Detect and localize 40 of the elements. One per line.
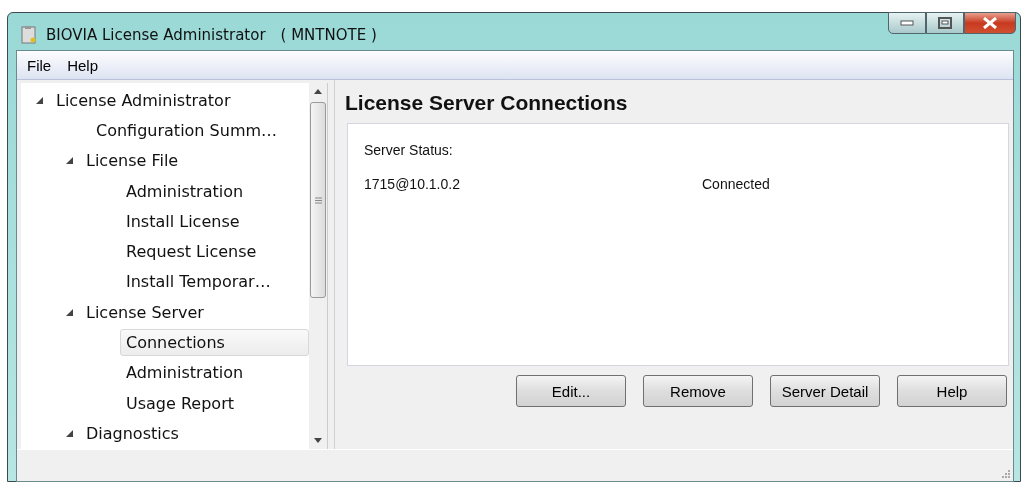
tree-item[interactable]: License File	[80, 147, 185, 175]
expanded-arrow-icon[interactable]	[65, 156, 74, 166]
connection-status: Connected	[702, 176, 770, 192]
maximize-icon	[938, 17, 952, 29]
close-icon	[982, 17, 998, 29]
action-button[interactable]: Remove	[643, 375, 753, 407]
grip-icon	[314, 196, 322, 204]
scroll-down-icon[interactable]	[314, 437, 322, 443]
expanded-arrow-icon[interactable]	[65, 428, 74, 438]
server-address: 1715@10.1.0.2	[364, 176, 461, 192]
scroll-up-icon[interactable]	[314, 89, 322, 94]
menu-item[interactable]: Help	[61, 54, 105, 76]
tree-item[interactable]: Administration	[120, 177, 309, 205]
tree-item[interactable]: Administration	[120, 359, 309, 387]
scroll-thumb[interactable]	[310, 102, 326, 298]
scrollbar[interactable]	[309, 83, 327, 449]
minimize-icon	[900, 20, 914, 26]
action-button[interactable]: Server Detail	[770, 375, 880, 407]
menu-item[interactable]: File	[21, 54, 58, 76]
tree-item[interactable]: Diagnostics	[80, 419, 185, 447]
tree-item[interactable]: Connections	[120, 329, 309, 356]
status-label: Server Status:	[364, 142, 454, 158]
minimize-button[interactable]	[888, 12, 926, 34]
expanded-arrow-icon[interactable]	[35, 95, 44, 105]
document-icon	[20, 25, 38, 45]
tree-item[interactable]: Install Temporar…	[120, 268, 309, 296]
tree-item[interactable]: License Server	[80, 298, 210, 326]
action-button[interactable]: Edit...	[516, 375, 626, 407]
tree-item[interactable]: Configuration Summ…	[90, 116, 309, 144]
tree-item[interactable]: Usage Report	[120, 389, 309, 417]
tree-item[interactable]: Install License	[120, 207, 309, 235]
panel-heading: License Server Connections	[344, 90, 629, 116]
expanded-arrow-icon[interactable]	[65, 307, 74, 317]
resize-grip-icon	[1001, 468, 1010, 478]
window-title: BIOVIA License Administrator ( MNTNOTE )	[46, 26, 377, 45]
tree-item[interactable]: License Administrator	[50, 86, 237, 114]
close-button[interactable]	[964, 12, 1016, 34]
tree-item[interactable]: Request License	[120, 238, 309, 266]
maximize-button[interactable]	[926, 12, 964, 34]
action-button[interactable]: Help	[897, 375, 1007, 407]
